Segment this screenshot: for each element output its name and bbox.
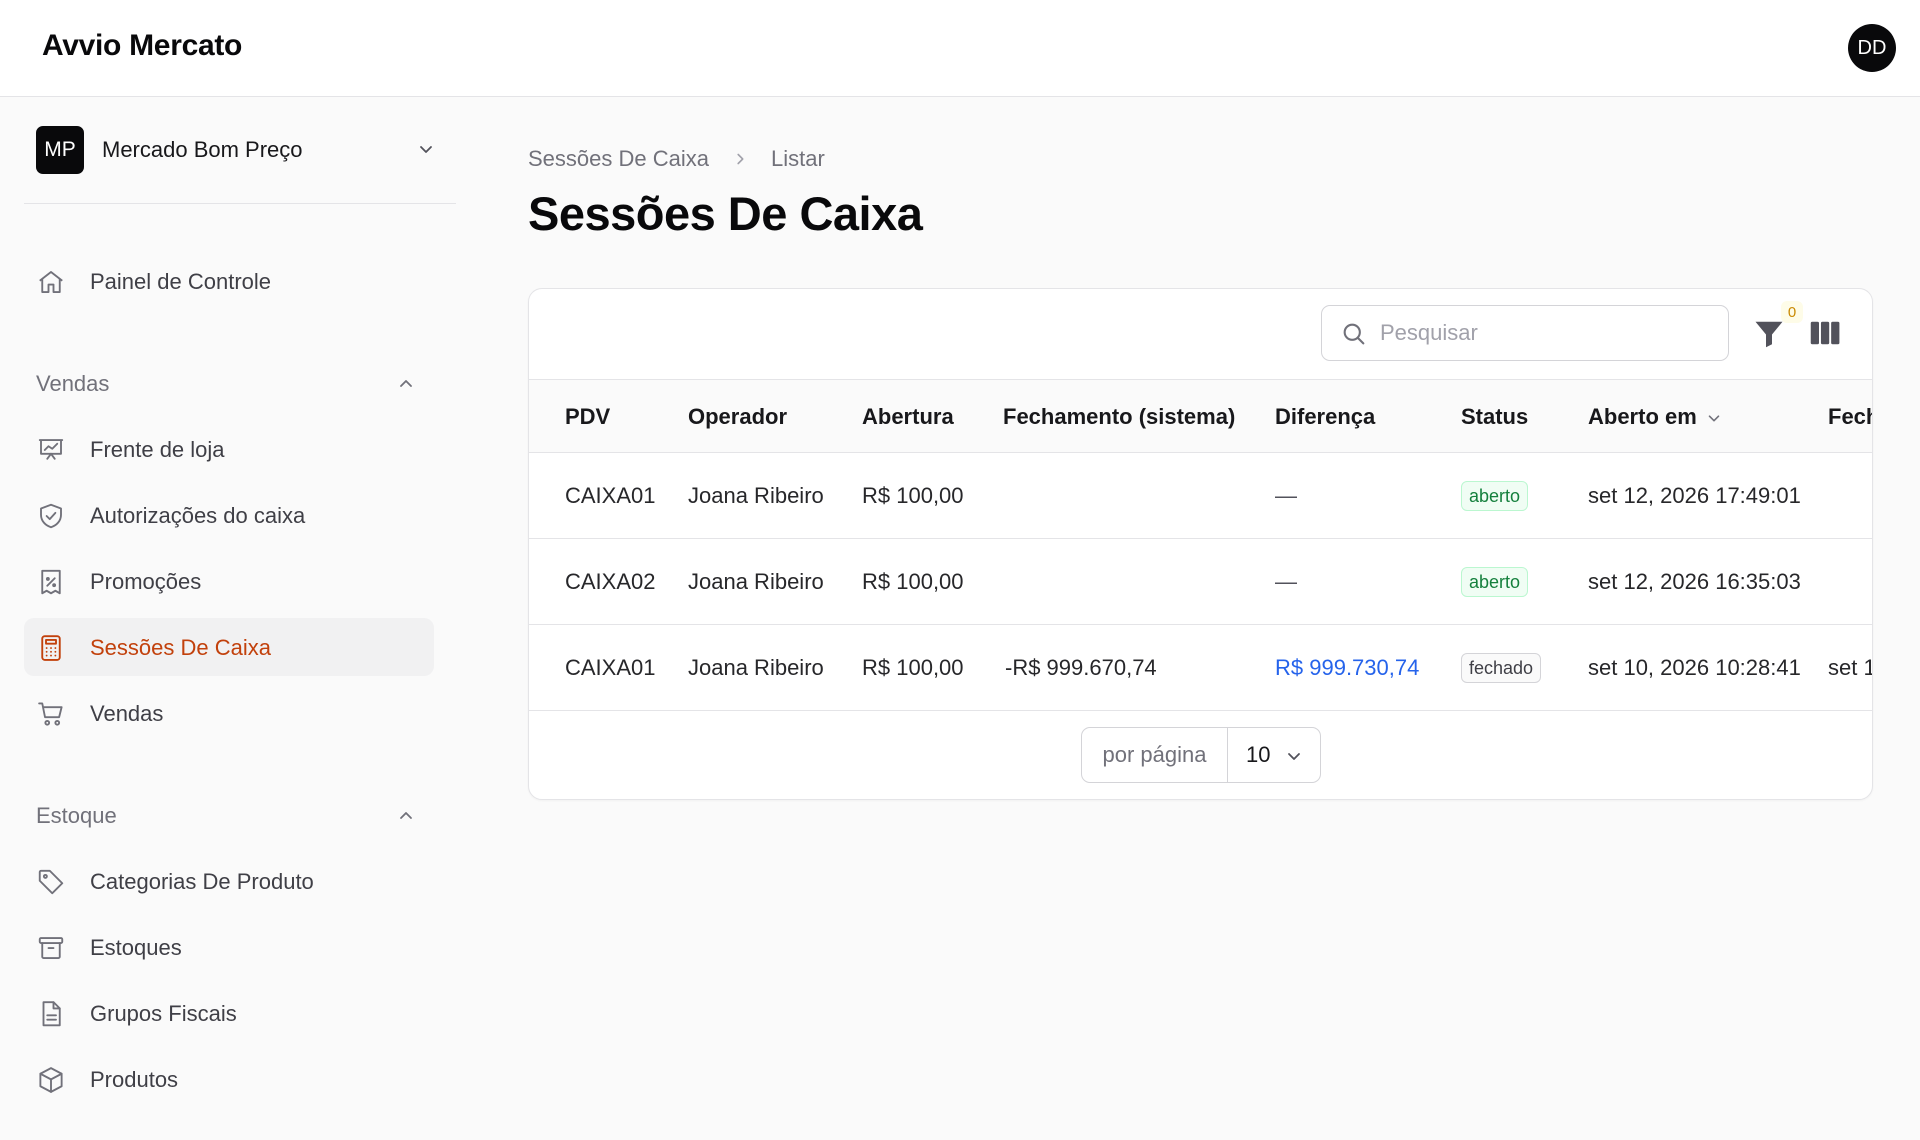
column-header-abertura[interactable]: Abertura: [862, 404, 954, 430]
cell-diferenca: —: [1275, 483, 1297, 508]
sidebar-item-label: Categorias De Produto: [90, 869, 314, 894]
breadcrumb: Sessões De Caixa Listar: [528, 146, 825, 172]
breadcrumb-current: Listar: [770, 146, 825, 171]
sidebar-item-label: Grupos Fiscais: [90, 1001, 237, 1026]
sidebar-item-label: Autorizações do caixa: [90, 503, 306, 528]
cell-aberto-em: set 10, 2026 10:28:41: [1588, 655, 1801, 680]
sidebar-item-label: Promoções: [90, 569, 202, 594]
cell-operador: Joana Ribeiro: [688, 655, 824, 680]
tenant-name: Mercado Bom Preço: [102, 137, 303, 162]
cell-fechado-em: set 1: [1828, 655, 1873, 680]
chevron-down-icon: [1708, 415, 1720, 422]
cell-diferenca[interactable]: R$ 999.730,74: [1275, 655, 1419, 681]
cell-abertura: R$ 100,00: [862, 569, 964, 594]
chevron-down-icon: [420, 146, 432, 153]
table-row[interactable]: CAIXA01 Joana Ribeiro R$ 100,00 -R$ 999.…: [529, 625, 1873, 711]
top-bar: Avvio Mercato DD: [0, 0, 1920, 97]
search-input[interactable]: [1380, 314, 1710, 352]
column-header-diferenca[interactable]: Diferença: [1275, 404, 1375, 430]
cell-pdv: CAIXA01: [565, 655, 656, 680]
table-row[interactable]: CAIXA01 Joana Ribeiro R$ 100,00 — aberto…: [529, 453, 1872, 539]
chevron-down-icon: [1288, 753, 1300, 760]
cell-operador: Joana Ribeiro: [688, 569, 824, 594]
sidebar-item-categorias-de-produto[interactable]: Categorias De Produto: [24, 852, 434, 910]
breadcrumb-parent[interactable]: Sessões De Caixa: [528, 146, 709, 172]
tag-icon: [38, 869, 64, 895]
column-header-aberto-em[interactable]: Aberto em: [1588, 404, 1723, 430]
status-badge: aberto: [1461, 481, 1529, 511]
nav-group-vendas[interactable]: Vendas: [36, 371, 109, 397]
cell-pdv: CAIXA01: [565, 483, 656, 508]
tenant-avatar: MP: [36, 126, 84, 174]
sidebar-item-estoques[interactable]: Estoques: [24, 918, 434, 976]
search-icon: [1343, 323, 1365, 345]
sidebar-item-autorizacoes-do-caixa[interactable]: Autorizações do caixa: [24, 486, 434, 544]
search-box[interactable]: [1321, 305, 1729, 361]
sidebar-item-grupos-fiscais[interactable]: Grupos Fiscais: [24, 984, 434, 1042]
sidebar: MP Mercado Bom Preço Painel de Controle …: [0, 98, 460, 1140]
view-columns-icon[interactable]: [1807, 315, 1843, 351]
brand-logo[interactable]: Avvio Mercato: [42, 29, 242, 63]
sidebar-item-label: Vendas: [90, 701, 164, 726]
sidebar-item-sessoes-de-caixa[interactable]: Sessões De Caixa: [24, 618, 434, 676]
sidebar-item-label: Estoques: [90, 935, 182, 960]
cell-pdv: CAIXA02: [565, 569, 656, 594]
archive-box-icon: [38, 937, 64, 959]
cell-aberto-em: set 12, 2026 16:35:03: [1588, 569, 1801, 594]
cell-aberto-em: set 12, 2026 17:49:01: [1588, 483, 1801, 508]
sessions-table-card: 0 PDV Operador Abertura Fechamento (sist…: [528, 288, 1873, 800]
column-header-status[interactable]: Status: [1461, 404, 1528, 430]
page-title: Sessões De Caixa: [528, 187, 923, 240]
filter-count-badge: 0: [1781, 301, 1803, 323]
status-badge: fechado: [1461, 653, 1542, 683]
home-icon: [39, 271, 63, 293]
shield-check-icon: [40, 503, 62, 529]
table-header: PDV Operador Abertura Fechamento (sistem…: [529, 379, 1872, 453]
per-page-select[interactable]: 10: [1228, 728, 1320, 782]
nav-group-estoque[interactable]: Estoque: [36, 803, 117, 829]
column-header-operador[interactable]: Operador: [688, 404, 787, 430]
document-text-icon: [42, 1001, 61, 1027]
status-badge: aberto: [1461, 567, 1529, 597]
sidebar-item-vendas[interactable]: Vendas: [24, 684, 434, 742]
shopping-cart-icon: [38, 702, 63, 726]
tenant-switcher[interactable]: MP Mercado Bom Preço: [24, 118, 456, 204]
chevron-up-icon[interactable]: [396, 806, 416, 826]
cell-fechamento: -R$ 999.670,74: [1005, 655, 1157, 680]
column-header-fechado-em[interactable]: Fech: [1828, 404, 1872, 430]
calculator-icon: [41, 635, 61, 661]
presentation-chart-icon: [38, 439, 64, 460]
pagination: por página 10: [1081, 727, 1321, 783]
cell-abertura: R$ 100,00: [862, 483, 964, 508]
cell-diferenca: —: [1275, 569, 1297, 594]
per-page-value: 10: [1246, 742, 1271, 767]
sidebar-item-painel-de-controle[interactable]: Painel de Controle: [24, 252, 434, 310]
cube-icon: [39, 1067, 63, 1093]
column-header-pdv[interactable]: PDV: [565, 404, 610, 430]
column-header-fechamento[interactable]: Fechamento (sistema): [1003, 404, 1235, 430]
user-avatar[interactable]: DD: [1848, 24, 1896, 72]
sidebar-item-label: Sessões De Caixa: [90, 635, 271, 660]
sidebar-item-label: Painel de Controle: [90, 269, 272, 294]
sidebar-item-label: Produtos: [90, 1067, 179, 1092]
per-page-label: por página: [1082, 728, 1228, 782]
column-header-label: Aberto em: [1588, 404, 1697, 429]
cell-abertura: R$ 100,00: [862, 655, 964, 680]
table-row[interactable]: CAIXA02 Joana Ribeiro R$ 100,00 — aberto…: [529, 539, 1872, 625]
chevron-right-icon: [737, 153, 744, 165]
sidebar-item-label: Frente de loja: [90, 437, 225, 462]
cell-operador: Joana Ribeiro: [688, 483, 824, 508]
chevron-up-icon[interactable]: [396, 374, 416, 394]
sidebar-item-frente-de-loja[interactable]: Frente de loja: [24, 420, 434, 478]
sidebar-item-produtos[interactable]: Produtos: [24, 1050, 434, 1108]
sidebar-item-promocoes[interactable]: Promoções: [24, 552, 434, 610]
receipt-percent-icon: [41, 569, 61, 595]
